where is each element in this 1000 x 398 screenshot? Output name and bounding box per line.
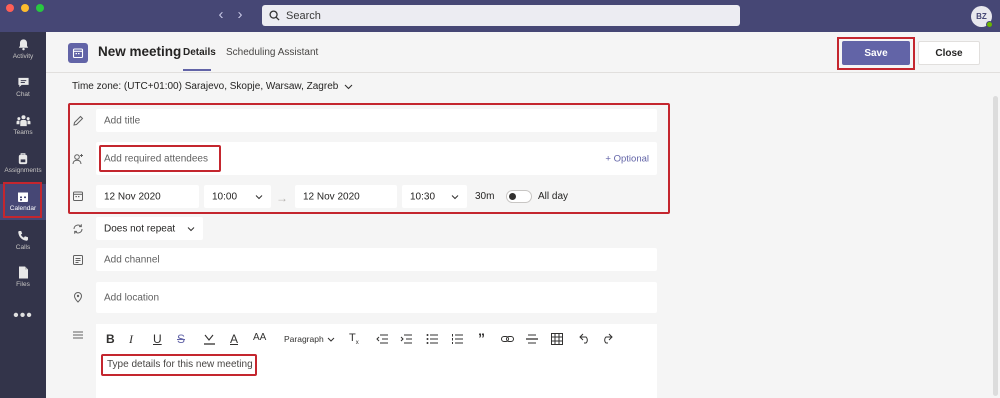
- list-icon: [73, 331, 83, 339]
- rail-item-files[interactable]: Files: [0, 266, 46, 302]
- bulleted-list-icon[interactable]: [426, 334, 438, 344]
- backpack-icon: [18, 153, 28, 165]
- chevron-down-icon: [327, 337, 335, 342]
- active-tab-indicator: [183, 69, 211, 71]
- more-apps-button[interactable]: •••: [0, 307, 46, 325]
- bell-icon: [18, 39, 28, 51]
- clear-formatting-icon[interactable]: Tx: [349, 332, 359, 346]
- chevron-down-icon: [344, 84, 353, 89]
- app-rail: Activity Chat Teams Assignments Calendar…: [0, 32, 46, 398]
- highlight-icon[interactable]: [203, 333, 216, 345]
- timezone-label: Time zone: (UTC+01:00) Sarajevo, Skopje,…: [72, 81, 339, 92]
- presence-badge: [986, 21, 993, 28]
- horizontal-rule-icon[interactable]: [526, 333, 538, 345]
- tab-details[interactable]: Details: [183, 47, 216, 58]
- chat-icon: [17, 77, 29, 88]
- paragraph-select[interactable]: Paragraph: [284, 334, 335, 344]
- timezone-selector[interactable]: Time zone: (UTC+01:00) Sarajevo, Skopje,…: [72, 81, 353, 92]
- meeting-icon: [68, 43, 88, 63]
- italic-icon[interactable]: I: [129, 332, 133, 347]
- rail-item-calls[interactable]: Calls: [0, 230, 46, 266]
- rail-item-activity[interactable]: Activity: [0, 38, 46, 74]
- search-bar[interactable]: Search: [262, 5, 740, 26]
- file-icon: [18, 266, 28, 279]
- scrollbar[interactable]: [993, 96, 998, 396]
- repeat-value: Does not repeat: [104, 223, 176, 234]
- channel-field[interactable]: Add channel: [96, 248, 657, 271]
- rail-label: Calls: [15, 244, 31, 251]
- teams-icon: [16, 115, 30, 127]
- page-title: New meeting: [98, 44, 182, 59]
- channel-icon: [73, 255, 83, 265]
- paragraph-label: Paragraph: [284, 334, 324, 344]
- rail-label: Files: [16, 281, 30, 288]
- tab-scheduling-assistant[interactable]: Scheduling Assistant: [226, 47, 318, 58]
- rail-label: Chat: [16, 91, 30, 98]
- calendar-highlight-box: [3, 182, 42, 218]
- rail-label: Assignments: [4, 167, 42, 174]
- rail-label: Activity: [12, 53, 34, 60]
- close-window-button[interactable]: [6, 4, 14, 12]
- title-bar: ‹ › Search BZ: [0, 0, 1000, 32]
- font-size-icon[interactable]: AA: [253, 332, 266, 343]
- underline-icon[interactable]: U: [153, 332, 162, 346]
- minimize-window-button[interactable]: [21, 4, 29, 12]
- save-button[interactable]: Save: [842, 41, 910, 65]
- channel-placeholder: Add channel: [104, 254, 160, 265]
- repeat-select[interactable]: Does not repeat: [96, 217, 203, 240]
- search-icon: [269, 10, 280, 21]
- link-icon[interactable]: [501, 334, 514, 344]
- avatar-initials: BZ: [976, 12, 987, 21]
- search-placeholder: Search: [286, 9, 321, 22]
- details-placeholder: Type details for this new meeting: [107, 359, 253, 370]
- table-icon[interactable]: [551, 333, 563, 345]
- phone-icon: [18, 231, 28, 241]
- meeting-header: New meeting Details Scheduling Assistant…: [46, 32, 1000, 73]
- close-button[interactable]: Close: [918, 41, 980, 65]
- location-icon: [73, 292, 83, 303]
- location-field[interactable]: Add location: [96, 282, 657, 313]
- chevron-down-icon: [187, 226, 195, 231]
- numbered-list-icon[interactable]: [451, 334, 463, 344]
- increase-indent-icon[interactable]: [400, 334, 412, 344]
- strikethrough-icon[interactable]: S: [177, 332, 185, 346]
- bold-icon[interactable]: B: [106, 332, 115, 346]
- rail-item-teams[interactable]: Teams: [0, 114, 46, 150]
- zoom-window-button[interactable]: [36, 4, 44, 12]
- redo-icon[interactable]: [601, 333, 613, 344]
- undo-icon[interactable]: [579, 333, 591, 344]
- avatar[interactable]: BZ: [971, 6, 993, 28]
- back-arrow-icon[interactable]: ‹: [214, 7, 228, 23]
- forward-arrow-icon[interactable]: ›: [233, 7, 247, 23]
- quote-icon[interactable]: ”: [478, 330, 485, 346]
- font-color-icon[interactable]: A: [230, 332, 238, 346]
- repeat-icon: [73, 224, 83, 234]
- rail-label: Teams: [13, 129, 33, 136]
- meeting-basics-highlight-box: [68, 103, 670, 214]
- rail-item-chat[interactable]: Chat: [0, 76, 46, 112]
- location-placeholder: Add location: [104, 292, 160, 303]
- decrease-indent-icon[interactable]: [376, 334, 388, 344]
